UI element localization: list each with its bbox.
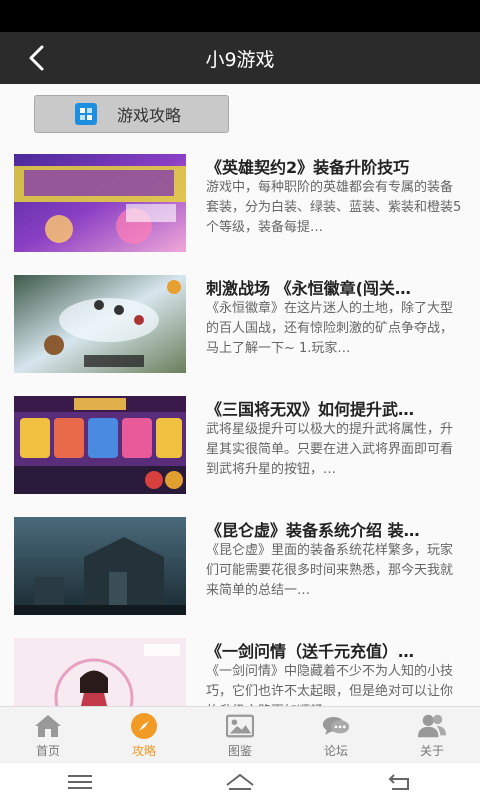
list-item[interactable]: 《一剑问情（送千元充值）… 《一剑问情》中隐藏着不少不为人知的小技巧，它们也许不… [0,638,480,706]
article-description: 《昆仑虚》里面的装备系统花样繁多，玩家们可能需要花很多时间来熟悉，那今天我就来简… [206,543,454,598]
menu-button[interactable] [50,767,110,797]
article-description: 游戏中，每种职阶的英雄都会有专属的装备套装，分为白装、绿装、蓝装、紫装和橙装5个… [206,180,462,235]
list-item[interactable]: 刺激战场 《永恒徽章(闯关… 《永恒徽章》在这片迷人的土地，除了大型的百人国战，… [0,275,480,395]
tab-label: 关于 [419,744,444,758]
list-item[interactable]: 《昆仑虚》装备系统介绍 装… 《昆仑虚》里面的装备系统花样繁多，玩家们可能需要花… [0,517,480,637]
article-thumbnail [14,517,186,615]
article-thumbnail [14,275,186,373]
tab-gallery[interactable]: 图鉴 [192,707,288,762]
article-description: 《永恒徽章》在这片迷人的土地，除了大型的百人国战，还有惊险刺激的矿点争夺战，马上… [206,301,454,356]
tab-guides[interactable]: 攻略 [96,707,192,762]
article-title: 《昆仑虚》装备系统介绍 装… [206,521,420,540]
home-icon [34,713,62,739]
back-button[interactable] [20,42,52,74]
back-icon [388,773,409,790]
article-title: 《英雄契约2》装备升阶技巧 [206,158,410,177]
article-thumbnail [14,638,186,706]
compass-icon [130,713,158,739]
back-nav-button[interactable] [370,767,430,797]
people-icon [418,713,446,739]
bottom-tab-bar: 首页 攻略 图鉴 论坛 关于 [0,706,480,762]
page-title: 小9游戏 [205,48,275,71]
tab-label: 论坛 [323,744,348,758]
article-title: 《三国将无双》如何提升武… [206,400,415,419]
image-icon [226,713,254,739]
tab-about[interactable]: 关于 [384,707,480,762]
menu-icon [68,774,92,789]
home-outline-icon [226,773,254,790]
chat-icon [322,713,350,739]
tab-label: 攻略 [131,744,156,758]
article-description: 武将星级提升可以极大的提升武将属性，升星其实很简单。只要在进入武将界面即可看到武… [206,422,454,477]
section-tab-game-guides[interactable]: 游戏攻略 [34,95,229,133]
list-item[interactable]: 《三国将无双》如何提升武… 武将星级提升可以极大的提升武将属性，升星其实很简单。… [0,396,480,516]
tab-home[interactable]: 首页 [0,707,96,762]
article-thumbnail [14,154,186,252]
tab-label: 图鉴 [227,744,252,758]
section-label: 游戏攻略 [117,106,182,125]
back-arrow-icon [29,45,44,71]
article-title: 刺激战场 《永恒徽章(闯关… [206,279,411,298]
grid-icon [75,103,97,125]
list-item[interactable]: 《英雄契约2》装备升阶技巧 游戏中，每种职阶的英雄都会有专属的装备套装，分为白装… [0,154,480,274]
tab-label: 首页 [35,744,60,758]
article-list[interactable]: 游戏攻略 《英雄契约2》装备升阶技巧 游戏中，每种职阶的英雄都会有专属的装备套装… [0,84,480,706]
system-nav-bar [0,762,480,800]
article-title: 《一剑问情（送千元充值）… [206,642,415,661]
article-description: 《一剑问情》中隐藏着不少不为人知的小技巧，它们也许不太起眼，但是绝对可以让你的升… [206,664,454,706]
status-bar [0,0,480,32]
title-bar: 小9游戏 [0,32,480,84]
tab-forum[interactable]: 论坛 [288,707,384,762]
article-thumbnail [14,396,186,494]
home-nav-button[interactable] [210,767,270,797]
